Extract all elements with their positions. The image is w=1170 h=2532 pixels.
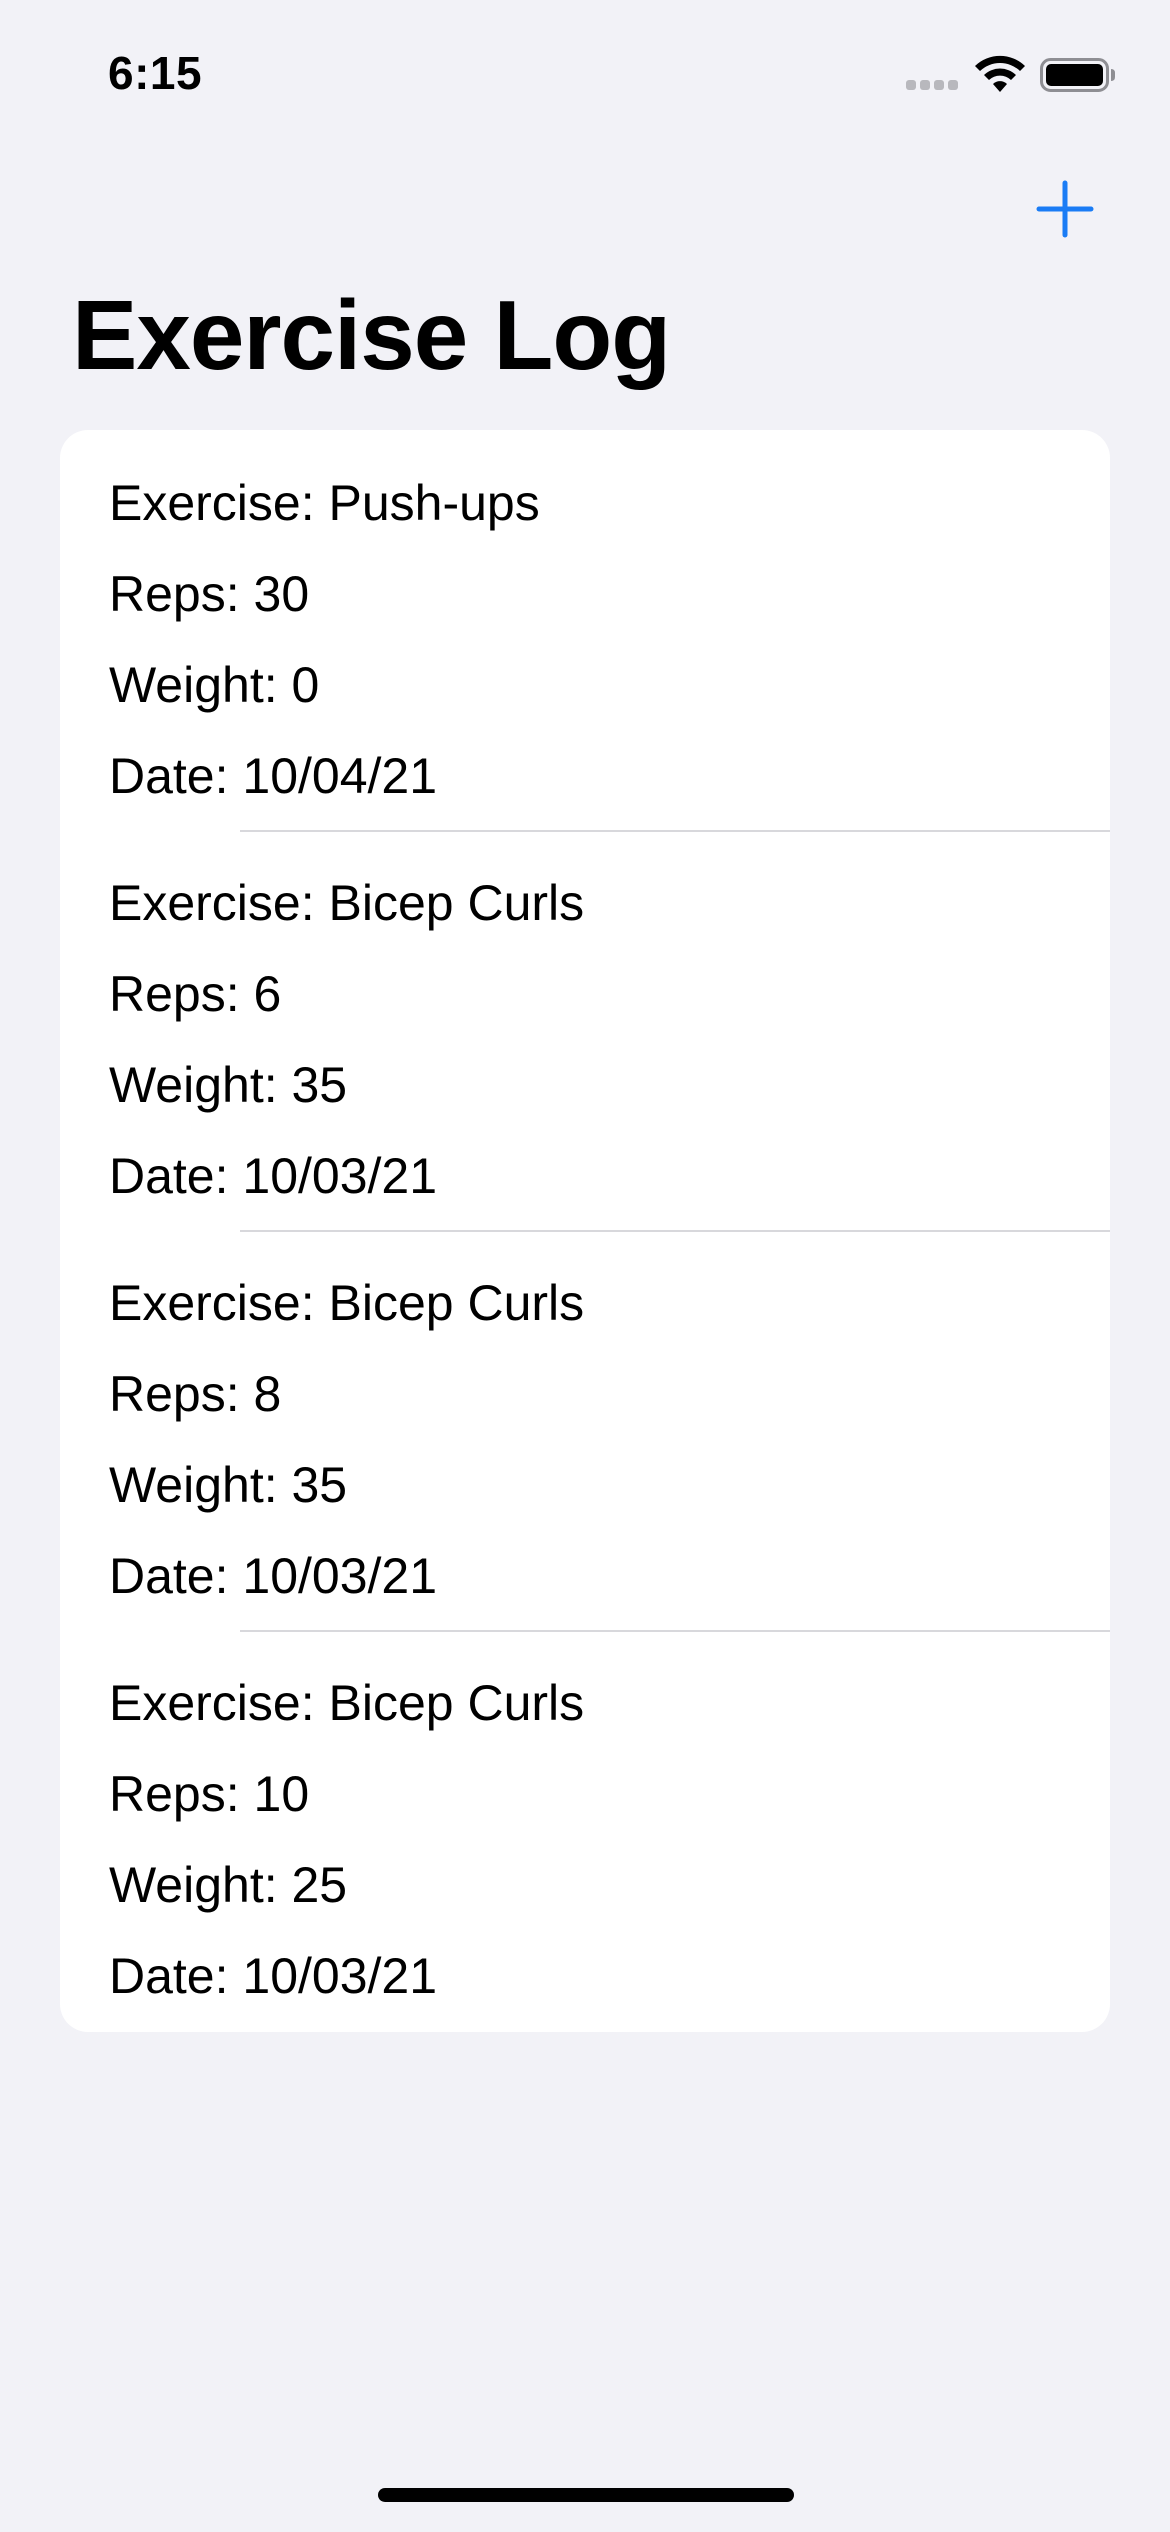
home-indicator[interactable] xyxy=(378,2488,794,2502)
cellular-signal-icon xyxy=(906,80,960,92)
add-button[interactable] xyxy=(1034,178,1096,240)
date-value: Date: 10/03/21 xyxy=(109,1548,438,1604)
list-item[interactable]: Exercise: Bicep Curls Reps: 10 Weight: 2… xyxy=(60,1630,1110,2030)
reps-value: Reps: 30 xyxy=(109,566,310,622)
page-title: Exercise Log xyxy=(72,280,671,390)
date-value: Date: 10/04/21 xyxy=(109,748,438,804)
plus-icon xyxy=(1036,180,1094,238)
exercise-name: Exercise: Bicep Curls xyxy=(109,1275,585,1331)
status-bar: 6:15 xyxy=(0,0,1170,150)
list-item[interactable]: Exercise: Push-ups Reps: 30 Weight: 0 Da… xyxy=(60,430,1110,830)
date-value: Date: 10/03/21 xyxy=(109,1148,438,1204)
weight-value: Weight: 35 xyxy=(109,1057,348,1113)
weight-value: Weight: 25 xyxy=(109,1857,348,1913)
date-value: Date: 10/03/21 xyxy=(109,1948,438,2004)
list-item[interactable]: Exercise: Bicep Curls Reps: 6 Weight: 35… xyxy=(60,830,1110,1230)
exercise-name: Exercise: Bicep Curls xyxy=(109,875,585,931)
battery-icon xyxy=(1040,58,1115,92)
reps-value: Reps: 6 xyxy=(109,966,282,1022)
exercise-log-list[interactable]: Exercise: Push-ups Reps: 30 Weight: 0 Da… xyxy=(60,430,1110,2032)
exercise-name: Exercise: Bicep Curls xyxy=(109,1675,585,1731)
weight-value: Weight: 35 xyxy=(109,1457,348,1513)
status-time: 6:15 xyxy=(108,47,203,99)
wifi-icon xyxy=(975,55,1025,92)
reps-value: Reps: 10 xyxy=(109,1766,310,1822)
weight-value: Weight: 0 xyxy=(109,657,320,713)
reps-value: Reps: 8 xyxy=(109,1366,282,1422)
exercise-name: Exercise: Push-ups xyxy=(109,475,540,531)
list-item[interactable]: Exercise: Bicep Curls Reps: 8 Weight: 35… xyxy=(60,1230,1110,1630)
